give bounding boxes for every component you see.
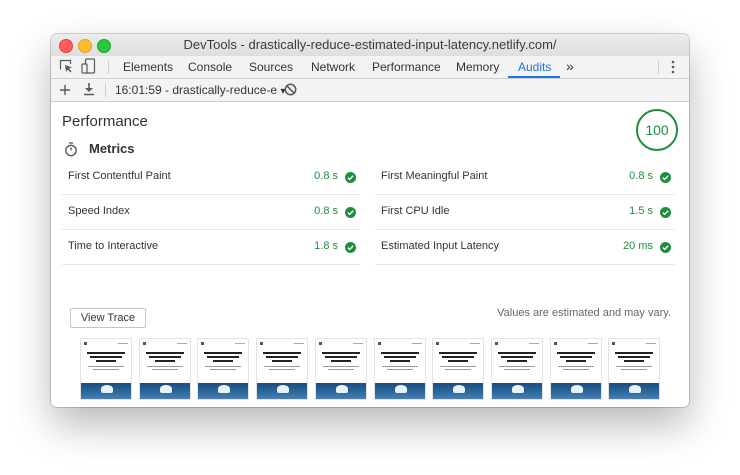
filmstrip-frame — [256, 338, 308, 400]
window-title: DevTools - drastically-reduce-estimated-… — [183, 37, 557, 52]
filmstrip-frame — [608, 338, 660, 400]
audits-toolbar: 16:01:59 - drastically-reduce-e ▾ — [51, 79, 689, 102]
metric-value: 1.5 s — [629, 205, 653, 217]
metrics-title: Metrics — [89, 141, 135, 156]
filmstrip-frame — [315, 338, 367, 400]
tab-elements[interactable]: Elements — [123, 59, 173, 75]
check-circle-icon — [660, 170, 671, 188]
view-trace-button[interactable]: View Trace — [70, 308, 146, 328]
devtools-window: DevTools - drastically-reduce-estimated-… — [51, 34, 689, 407]
metric-row: First CPU Idle 1.5 s — [375, 195, 675, 230]
add-icon[interactable] — [59, 83, 71, 101]
tab-sources[interactable]: Sources — [249, 59, 293, 75]
device-toolbar-icon[interactable] — [81, 58, 96, 79]
metric-label: First CPU Idle — [381, 205, 450, 217]
menu-separator — [658, 60, 659, 74]
metric-label: Speed Index — [68, 205, 130, 217]
metric-row: Estimated Input Latency 20 ms — [375, 230, 675, 265]
report-select-label: 16:01:59 - drastically-reduce-e — [115, 83, 278, 97]
check-circle-icon — [345, 170, 356, 188]
active-tab-indicator — [508, 76, 560, 78]
metric-row: First Contentful Paint 0.8 s — [62, 160, 360, 195]
filmstrip-frame — [491, 338, 543, 400]
category-title: Performance — [62, 113, 148, 130]
filmstrip-frame — [550, 338, 602, 400]
clear-icon[interactable] — [284, 83, 297, 101]
metric-value: 0.8 s — [314, 170, 338, 182]
filmstrip-frame — [374, 338, 426, 400]
filmstrip-frame — [80, 338, 132, 400]
metric-value: 20 ms — [623, 240, 653, 252]
metric-label: First Meaningful Paint — [381, 170, 488, 182]
tab-separator — [108, 60, 109, 74]
tab-console[interactable]: Console — [188, 59, 232, 75]
tab-network[interactable]: Network — [311, 59, 355, 75]
stopwatch-icon — [64, 142, 78, 162]
tab-audits[interactable]: Audits — [518, 59, 551, 75]
report-select[interactable]: 16:01:59 - drastically-reduce-e ▾ — [115, 83, 285, 97]
metric-label: Estimated Input Latency — [381, 240, 500, 252]
audit-report: Performance 100 Metrics First Contentful… — [51, 102, 689, 407]
estimate-note: Values are estimated and may vary. — [497, 307, 671, 319]
title-bar: DevTools - drastically-reduce-estimated-… — [51, 34, 689, 56]
download-icon[interactable] — [83, 82, 95, 101]
check-circle-icon — [345, 240, 356, 258]
check-circle-icon — [660, 205, 671, 223]
metric-row: First Meaningful Paint 0.8 s — [375, 160, 675, 195]
metric-row: Speed Index 0.8 s — [62, 195, 360, 230]
tab-memory[interactable]: Memory — [456, 59, 499, 75]
panel-tab-bar: Elements Console Sources Network Perform… — [51, 56, 689, 79]
filmstrip-frame — [139, 338, 191, 400]
metric-value: 0.8 s — [629, 170, 653, 182]
tab-performance[interactable]: Performance — [372, 59, 441, 75]
overflow-icon[interactable]: » — [566, 58, 574, 74]
inspect-icon[interactable] — [59, 59, 74, 79]
toolbar-separator — [105, 83, 106, 97]
performance-score-gauge: 100 — [636, 109, 678, 151]
metric-value: 0.8 s — [314, 205, 338, 217]
metric-value: 1.8 s — [314, 240, 338, 252]
kebab-menu-icon[interactable] — [671, 60, 675, 79]
filmstrip-frame — [432, 338, 484, 400]
check-circle-icon — [660, 240, 671, 258]
filmstrip-frame — [197, 338, 249, 400]
metric-row: Time to Interactive 1.8 s — [62, 230, 360, 265]
check-circle-icon — [345, 205, 356, 223]
metric-label: First Contentful Paint — [68, 170, 171, 182]
metric-label: Time to Interactive — [68, 240, 159, 252]
